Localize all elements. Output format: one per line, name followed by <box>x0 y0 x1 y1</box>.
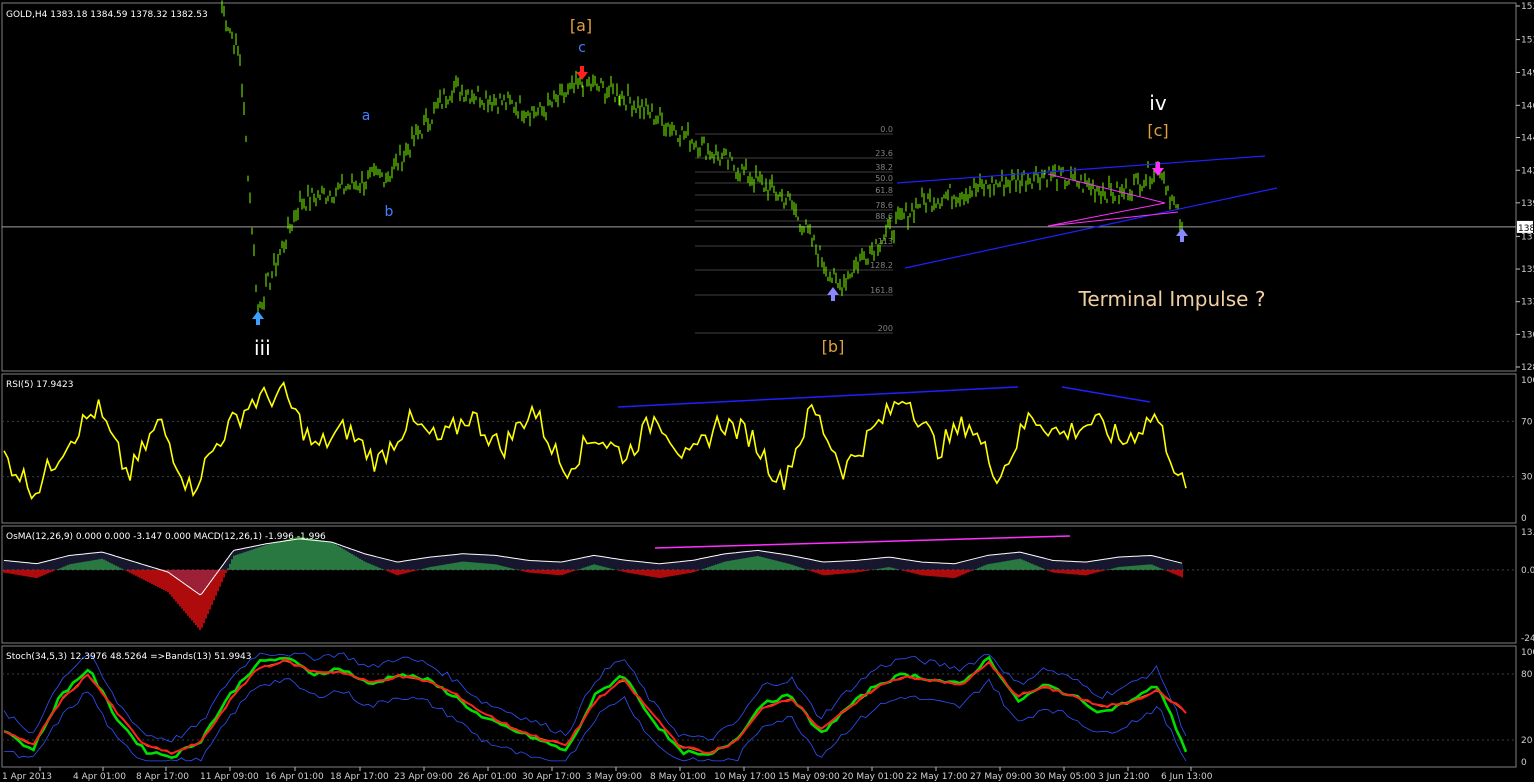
macd-tick-label: -24.618 <box>1521 634 1534 644</box>
wave-label-c: c <box>578 40 586 56</box>
wave-label-a-bracket: [a] <box>570 16 592 35</box>
stoch-tick-label: 80 <box>1521 670 1533 680</box>
wave-label-c-bracket: [c] <box>1147 121 1168 140</box>
chart-canvas: 1536.45 1513.05 1490.15 1467.25 1444.81 1422.… <box>1 0 1534 782</box>
price-tick-label: 1353.16 <box>1521 265 1534 275</box>
annotation-text: Terminal Impulse ? <box>1078 287 1266 311</box>
time-tick-label: 20 May 01:00 <box>842 772 904 782</box>
time-tick-label: 26 Apr 01:00 <box>458 772 517 782</box>
time-tick-label: 16 Apr 01:00 <box>265 772 324 782</box>
time-tick-label: 30 May 05:00 <box>1034 772 1096 782</box>
panel-frame <box>1 2 1517 372</box>
price-tick-label: 1467.25 <box>1521 101 1534 111</box>
time-tick-label: 8 Apr 17:00 <box>136 772 189 782</box>
time-tick-label: 11 Apr 09:00 <box>200 772 259 782</box>
stoch-tick-label: 0 <box>1521 758 1527 768</box>
price-tick-label: 1513.05 <box>1521 36 1534 46</box>
wave-label-b-bracket: [b] <box>822 337 845 356</box>
price-tick-label: 1284.91 <box>1521 363 1534 373</box>
time-tick-label: 23 Apr 09:00 <box>394 772 453 782</box>
time-tick-label: 4 Apr 01:00 <box>73 772 126 782</box>
price-tick-label: 1307.66 <box>1521 330 1534 340</box>
panel-frame <box>1 645 1517 768</box>
rsi-title: RSI(5) 17.9423 <box>6 380 73 390</box>
rsi-tick-label: 100 <box>1521 376 1534 386</box>
stoch-title: Stoch(34,5,3) 12.3976 48.5264 =>Bands(13… <box>6 652 252 662</box>
price-tick-label: 1444.81 <box>1521 134 1534 144</box>
fib-label: 78.6 <box>875 201 893 210</box>
symbol-title: GOLD,H4 1383.18 1384.59 1378.32 1382.53 <box>6 10 208 20</box>
time-tick-label: 1 Apr 2013 <box>2 772 52 782</box>
fib-label: 128.2 <box>870 261 893 270</box>
panel-frame <box>1 373 1517 524</box>
fib-label: 61.8 <box>875 186 893 195</box>
stoch-main-line <box>3 655 1188 760</box>
arrow-up-icon <box>827 287 839 301</box>
time-tick-label: 3 May 09:00 <box>586 772 642 782</box>
time-tick-label: 22 May 17:00 <box>906 772 968 782</box>
macd-title: OsMA(12,26,9) 0.000 0.000 -3.147 0.000 M… <box>6 532 326 542</box>
wave-label-iv: iv <box>1149 91 1167 115</box>
fib-label: 0.0 <box>880 125 893 134</box>
stoch-tick-label: 20 <box>1521 736 1533 746</box>
panel-frame <box>1 525 1517 644</box>
lower-trendline <box>904 187 1278 269</box>
rsi-tick-label: 70 <box>1521 417 1533 427</box>
price-tick-label: 1422.00 <box>1521 166 1534 176</box>
fib-label: 38.2 <box>875 163 893 172</box>
macd-tick-label: 13.655 <box>1521 528 1534 538</box>
macd-trendline <box>654 535 1071 549</box>
price-tick-label: 1536.45 <box>1521 2 1534 12</box>
rsi-tick-label: 0 <box>1521 514 1527 524</box>
wave-label-iii: iii <box>254 336 271 360</box>
arrow-up-icon <box>1176 228 1188 242</box>
arrow-down-icon <box>576 66 588 80</box>
current-price-label: 1382.53 <box>1518 224 1534 234</box>
fib-label: 50.0 <box>875 174 893 183</box>
time-tick-label: 8 May 01:00 <box>650 772 706 782</box>
time-tick-label: 18 Apr 17:00 <box>330 772 389 782</box>
time-tick-label: 6 Jun 13:00 <box>1161 772 1213 782</box>
fib-label: 200 <box>878 324 893 333</box>
arrow-up-icon <box>252 311 264 325</box>
rsi-tick-label: 30 <box>1521 473 1533 483</box>
fib-label: 23.6 <box>875 149 893 158</box>
fib-label: 161.8 <box>870 286 893 295</box>
stoch-band-mid <box>3 660 1187 754</box>
wave-label-b: b <box>385 204 394 220</box>
rsi-trendline <box>617 386 1019 408</box>
price-tick-label: 1490.15 <box>1521 68 1534 78</box>
macd-tick-label: 0.00 <box>1521 566 1534 576</box>
stoch-tick-label: 100 <box>1521 648 1534 658</box>
price-tick-label: 1399.31 <box>1521 199 1534 209</box>
price-bars <box>221 0 1183 313</box>
stoch-band-upper <box>3 652 1187 743</box>
rsi-trendline <box>1061 386 1151 403</box>
rsi-line <box>3 381 1187 500</box>
time-tick-label: 30 Apr 17:00 <box>522 772 581 782</box>
time-tick-label: 15 May 09:00 <box>778 772 840 782</box>
wave-label-a: a <box>362 108 371 124</box>
time-tick-label: 27 May 09:00 <box>970 772 1032 782</box>
time-tick-label: 10 May 17:00 <box>714 772 776 782</box>
time-tick-label: 3 Jun 21:00 <box>1098 772 1150 782</box>
price-tick-label: 1330.41 <box>1521 298 1534 308</box>
